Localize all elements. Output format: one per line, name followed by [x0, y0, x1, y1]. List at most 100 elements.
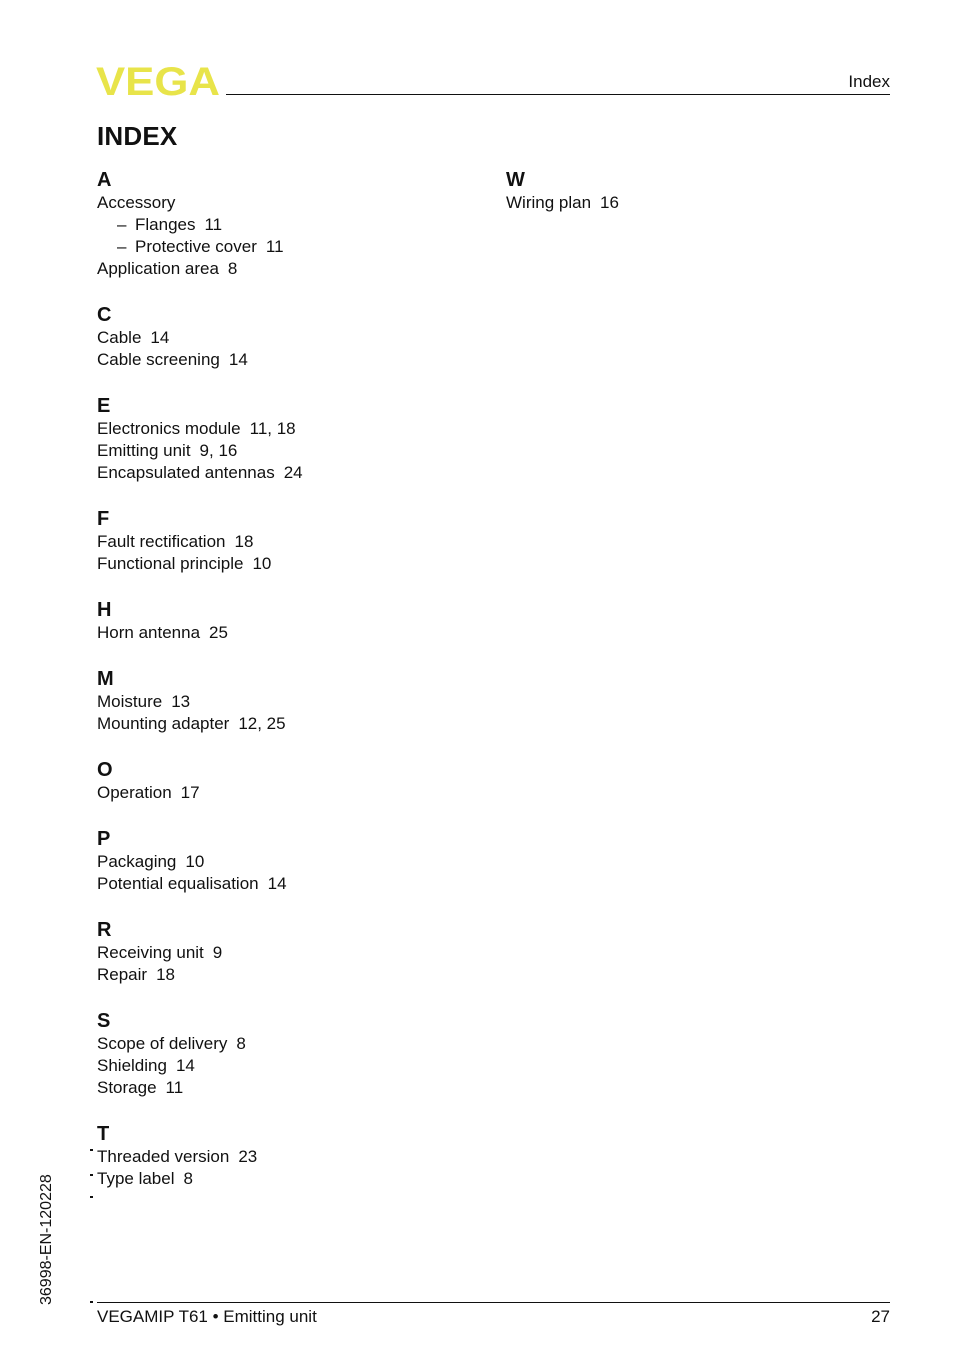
index-page-ref[interactable]: 9, 16 — [200, 441, 238, 460]
margin-mark — [90, 1196, 93, 1198]
index-group-c: C Cable 14 Cable screening 14 — [97, 303, 303, 371]
index-letter: C — [97, 304, 112, 326]
index-term: Potential equalisation — [97, 874, 259, 893]
header-section-label: Index — [848, 72, 890, 91]
index-group-h: H Horn antenna 25 — [97, 598, 303, 644]
index-entry: Accessory — [97, 192, 303, 214]
index-page-ref[interactable]: 11 — [266, 237, 284, 256]
header-rule — [226, 94, 890, 95]
index-letter: S — [97, 1010, 111, 1032]
index-term: Moisture — [97, 692, 163, 711]
index-letter: F — [97, 508, 110, 530]
index-page-ref[interactable]: 13 — [171, 692, 190, 711]
index-entry: Electronics module 11, 18 — [97, 418, 303, 440]
index-term: Shielding — [97, 1056, 167, 1075]
index-group-o: O Operation 17 — [97, 758, 303, 804]
index-entry: Encapsulated antennas 24 — [97, 462, 303, 484]
index-column-left: A Accessory – Flanges 11 – Protective cover 11 A… — [97, 168, 303, 1213]
margin-mark — [90, 1174, 93, 1176]
index-term: Protective cover — [135, 237, 257, 256]
index-page-ref[interactable]: 14 — [176, 1056, 195, 1075]
index-page-ref[interactable]: 11 — [166, 1078, 184, 1097]
index-term: Scope of delivery — [97, 1034, 228, 1053]
index-page-ref[interactable]: 8 — [228, 259, 237, 278]
index-term: Application area — [97, 259, 219, 278]
index-page-ref[interactable]: 8 — [184, 1169, 193, 1188]
logo-text: VEGA — [96, 64, 220, 98]
index-letter: R — [97, 919, 112, 941]
index-letter: W — [506, 169, 525, 191]
index-page-ref[interactable]: 24 — [284, 463, 303, 482]
index-letter: P — [97, 828, 111, 850]
index-group-w: W Wiring plan 16 — [506, 168, 619, 214]
index-term: Electronics module — [97, 419, 241, 438]
index-group-m: M Moisture 13 Mounting adapter 12, 25 — [97, 667, 303, 735]
index-entry: Repair 18 — [97, 964, 303, 986]
index-page-ref[interactable]: 10 — [185, 852, 204, 871]
index-page-ref[interactable]: 18 — [235, 532, 254, 551]
index-page-ref[interactable]: 11 — [204, 215, 222, 234]
index-entry: Cable 14 — [97, 327, 303, 349]
index-group-s: S Scope of delivery 8 Shielding 14 Storage 11 — [97, 1009, 303, 1099]
index-entry: Fault rectification 18 — [97, 531, 303, 553]
index-entry: Scope of delivery 8 — [97, 1033, 303, 1055]
vega-logo: VEGA — [96, 64, 220, 98]
margin-mark — [90, 1149, 93, 1151]
index-term: Cable screening — [97, 350, 220, 369]
document-code: 36998-EN-120228 — [38, 1174, 55, 1305]
page-title: INDEX — [97, 121, 178, 151]
index-page-ref[interactable]: 9 — [213, 943, 222, 962]
index-page-ref[interactable]: 14 — [268, 874, 287, 893]
index-entry: Wiring plan 16 — [506, 192, 619, 214]
index-entry: Emitting unit 9, 16 — [97, 440, 303, 462]
footer-product: VEGAMIP T61 • Emitting unit — [97, 1307, 317, 1326]
index-entry: Mounting adapter 12, 25 — [97, 713, 303, 735]
index-entry: Moisture 13 — [97, 691, 303, 713]
index-page-ref[interactable]: 16 — [600, 193, 619, 212]
index-term: Repair — [97, 965, 148, 984]
index-term: Cable — [97, 328, 142, 347]
index-group-t: T Threaded version 23 Type label 8 — [97, 1122, 303, 1190]
index-page-ref[interactable]: 17 — [181, 783, 200, 802]
index-entry: Threaded version 23 — [97, 1146, 303, 1168]
index-entry: Receiving unit 9 — [97, 942, 303, 964]
index-page-ref[interactable]: 14 — [229, 350, 248, 369]
index-term: Type label — [97, 1169, 175, 1188]
footer-rule — [97, 1302, 890, 1303]
index-term: Receiving unit — [97, 943, 204, 962]
index-letter: E — [97, 395, 111, 417]
index-letter: O — [97, 759, 113, 781]
index-group-e: E Electronics module 11, 18 Emitting unit 9,… — [97, 394, 303, 484]
index-term: Fault rectification — [97, 532, 226, 551]
index-page-ref[interactable]: 12, 25 — [238, 714, 285, 733]
index-column-right: W Wiring plan 16 — [506, 168, 619, 237]
index-entry: Operation 17 — [97, 782, 303, 804]
index-subentry: – Flanges 11 — [97, 214, 303, 236]
index-group-p: P Packaging 10 Potential equalisation 14 — [97, 827, 303, 895]
index-entry: Packaging 10 — [97, 851, 303, 873]
index-letter: H — [97, 599, 112, 621]
index-page-ref[interactable]: 23 — [238, 1147, 257, 1166]
subentry-dash: – — [117, 215, 127, 234]
index-term: Packaging — [97, 852, 177, 871]
index-term: Operation — [97, 783, 172, 802]
subentry-dash: – — [117, 237, 127, 256]
index-page-ref[interactable]: 10 — [252, 554, 271, 573]
index-letter: A — [97, 169, 112, 191]
index-page-ref[interactable]: 25 — [209, 623, 228, 642]
index-entry: Functional principle 10 — [97, 553, 303, 575]
index-page-ref[interactable]: 14 — [150, 328, 169, 347]
index-group-r: R Receiving unit 9 Repair 18 — [97, 918, 303, 986]
index-entry: Potential equalisation 14 — [97, 873, 303, 895]
index-term: Wiring plan — [506, 193, 592, 212]
index-page-ref[interactable]: 18 — [156, 965, 175, 984]
index-entry: Cable screening 14 — [97, 349, 303, 371]
index-page-ref[interactable]: 11, 18 — [250, 419, 296, 438]
index-page-ref[interactable]: 8 — [236, 1034, 245, 1053]
index-letter: M — [97, 668, 114, 690]
index-term: Functional principle — [97, 554, 244, 573]
index-entry: Horn antenna 25 — [97, 622, 303, 644]
index-term: Storage — [97, 1078, 157, 1097]
index-subentry: – Protective cover 11 — [97, 236, 303, 258]
index-entry: Type label 8 — [97, 1168, 303, 1190]
